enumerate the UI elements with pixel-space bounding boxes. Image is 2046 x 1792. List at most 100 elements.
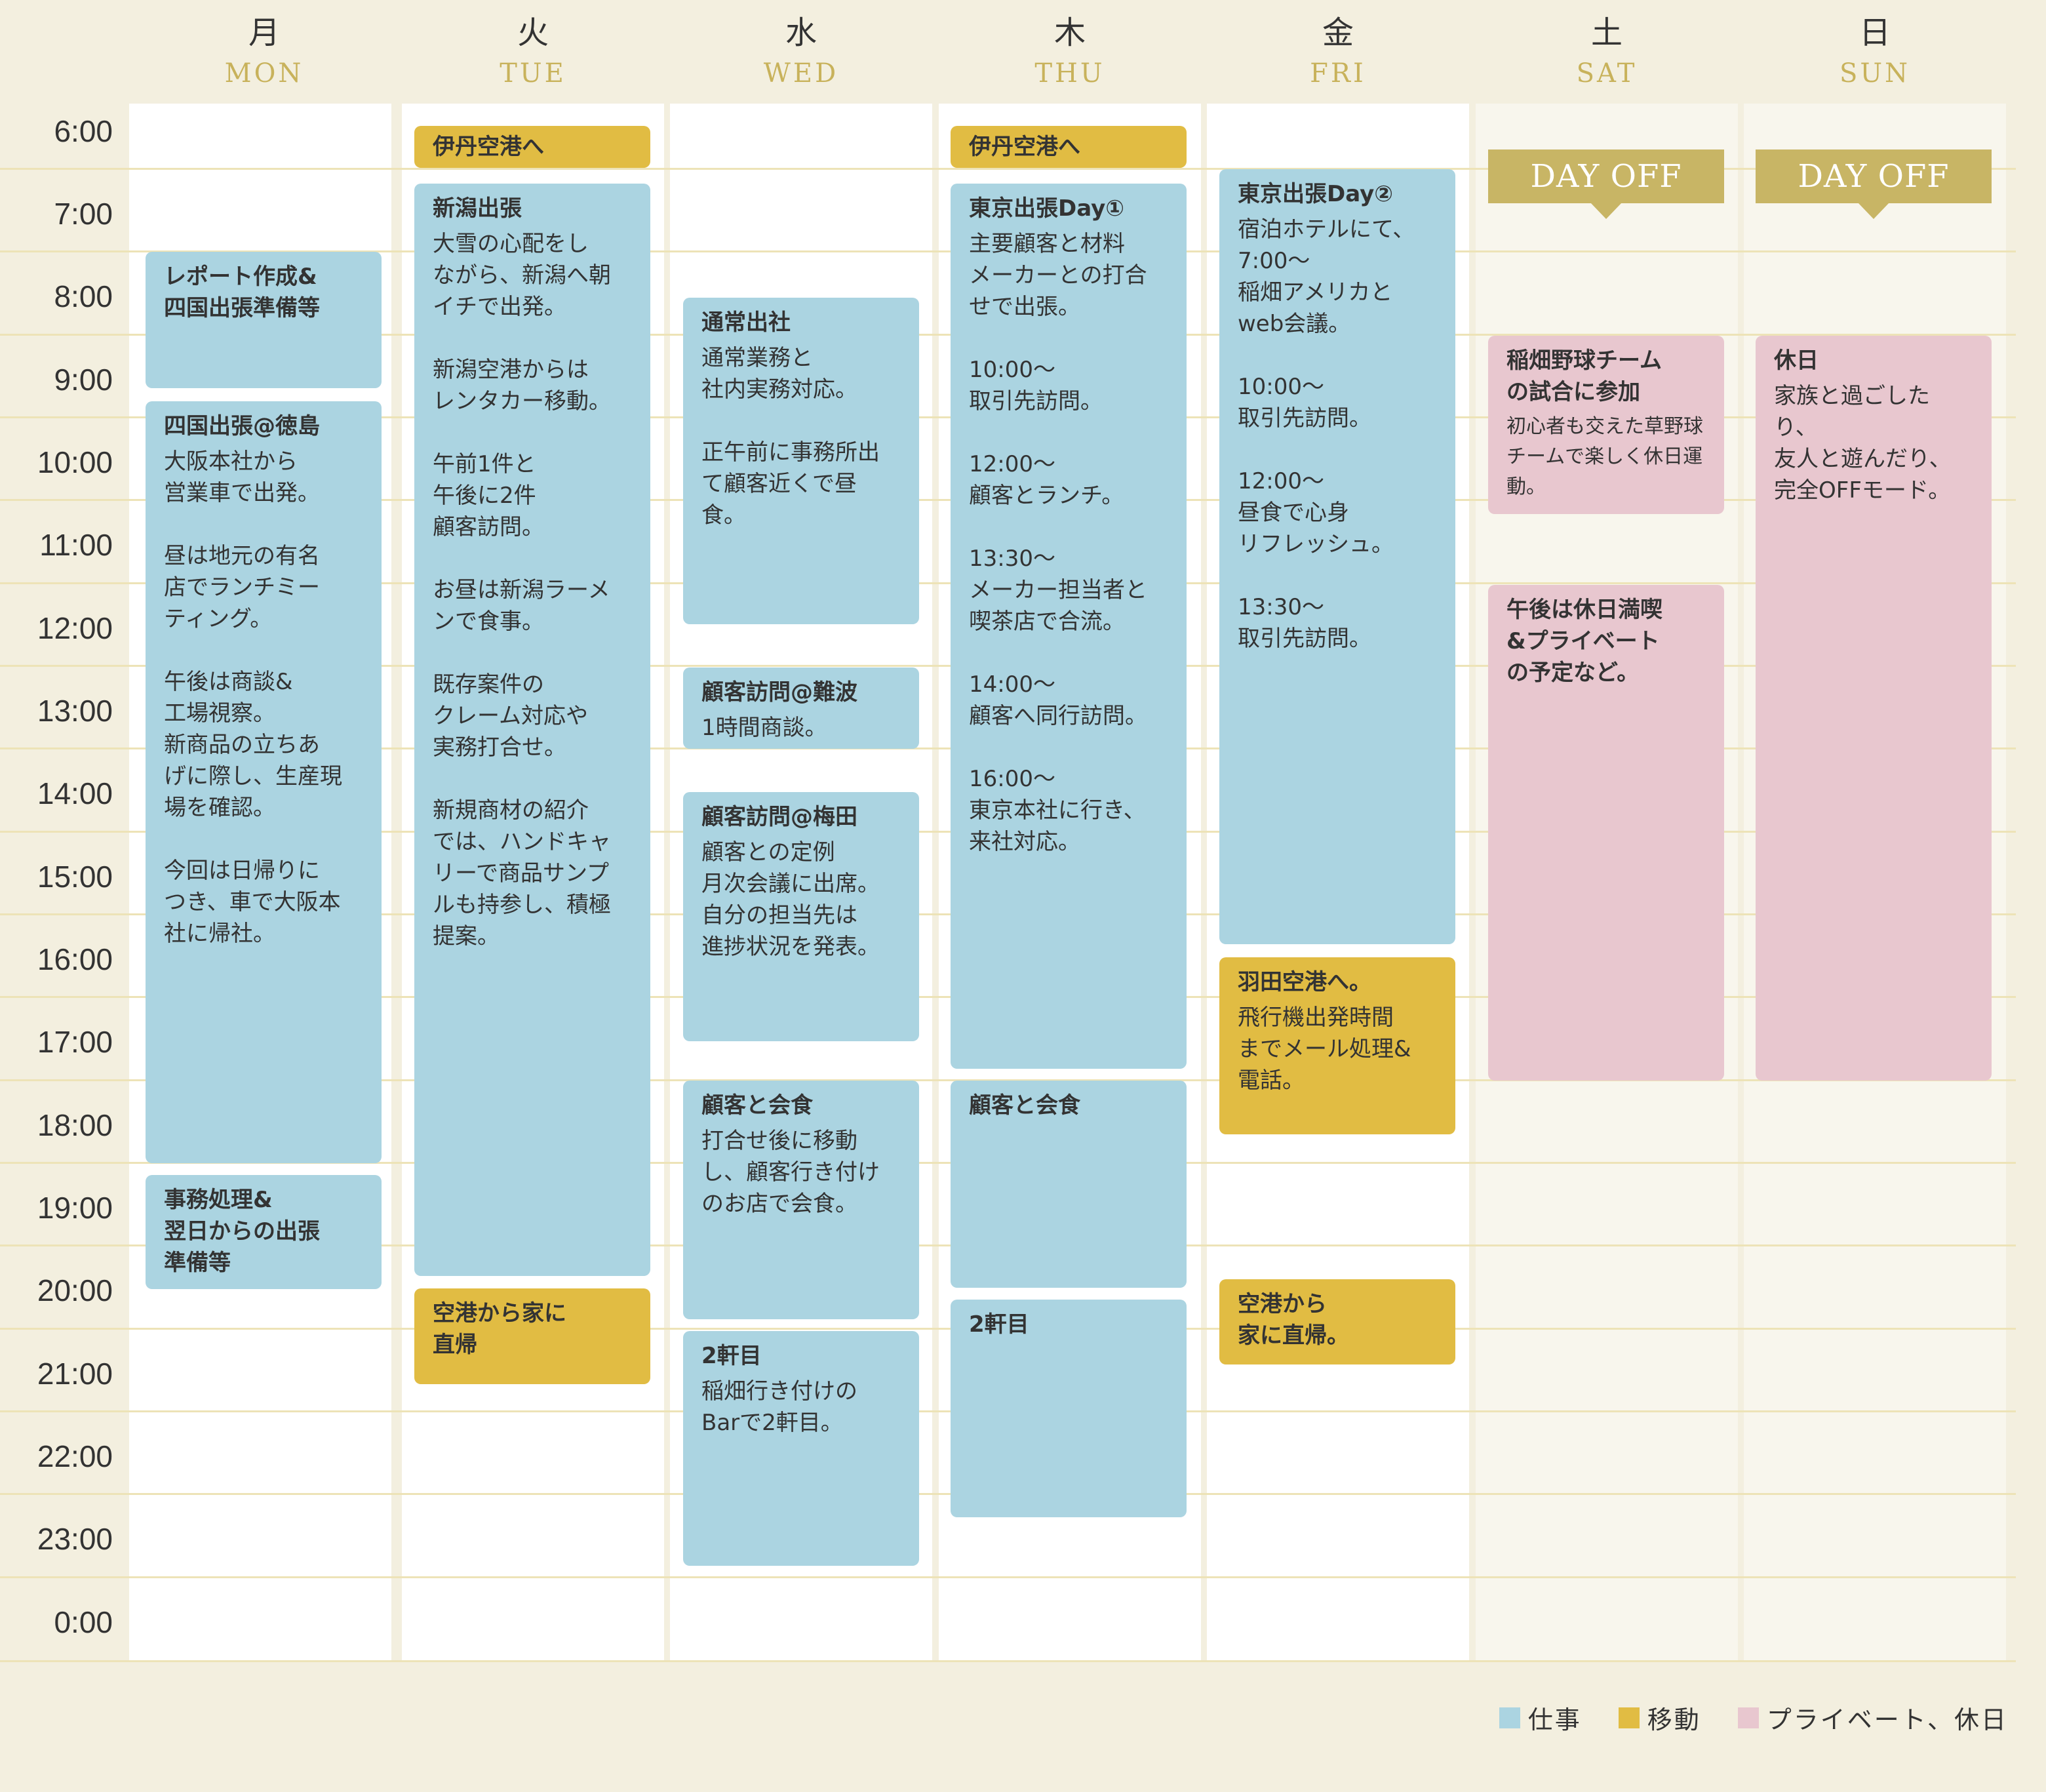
day-label-en: SAT [1576, 58, 1638, 89]
legend-label: 移動 [1647, 1705, 1701, 1734]
day-label-jp: 土 [1590, 14, 1623, 51]
event-private-afternoon[interactable]: 午後は休日満喫 &プライベート の予定など。 [1488, 585, 1724, 1081]
time-label: 19:00 [37, 1191, 113, 1225]
event-description: 通常業務と 社内実務対応。 正午前に事務所出 て顧客近くで昼食。 [701, 345, 880, 528]
event-description: 打合せ後に移動 し、顧客行き付け のお店で会食。 [701, 1128, 880, 1217]
event-title: 顧客と会食 [701, 1092, 813, 1119]
event-title: 東京出張Day② [1238, 181, 1394, 207]
event-title: 稲畑野球チーム の試合に参加 [1506, 348, 1662, 405]
day-label-jp: 木 [1053, 14, 1086, 51]
legend-item-move: 移動 [1618, 1700, 1701, 1736]
event-description: 大阪本社から 営業車で出発。 昼は地元の有名 店でランチミー ティング。 午後は… [164, 448, 342, 947]
event-tokyo-day2[interactable]: 東京出張Day② 宿泊ホテルにて、 7:00〜 稲畑アメリカと web会議。 1… [1219, 169, 1455, 944]
grid-line [0, 1660, 2016, 1662]
time-label: 10:00 [37, 445, 113, 479]
event-description: 飛行機出発時間 までメール処理& 電話。 [1238, 1005, 1411, 1094]
event-title: 事務処理& 翌日からの出張 準備等 [164, 1187, 320, 1276]
day-label-en: WED [763, 58, 839, 89]
event-title: 四国出張@徳島 [164, 413, 320, 439]
event-description: 顧客との定例 月次会議に出席。 自分の担当先は 進捗状況を発表。 [701, 839, 880, 960]
time-label: 6:00 [54, 114, 113, 148]
event-title: 2軒目 [701, 1343, 762, 1369]
event-haneda-airport[interactable]: 羽田空港へ。 飛行機出発時間 までメール処理& 電話。 [1219, 957, 1455, 1134]
event-title: 顧客訪問@梅田 [701, 804, 857, 830]
event-report-prep[interactable]: レポート作成& 四国出張準備等 [146, 252, 382, 388]
time-label: 20:00 [37, 1273, 113, 1307]
legend-label: プライベート、休日 [1766, 1705, 2008, 1734]
day-label-jp: 火 [517, 14, 549, 51]
day-off-badge: DAY OFF [1488, 149, 1724, 219]
legend-swatch [1499, 1707, 1520, 1728]
time-label: 7:00 [54, 197, 113, 231]
event-holiday[interactable]: 休日 家族と過ごしたり、 友人と遊んだり、 完全OFFモード。 [1756, 336, 1992, 1081]
time-label: 0:00 [54, 1605, 113, 1639]
time-label: 21:00 [37, 1357, 113, 1391]
legend-swatch [1737, 1707, 1759, 1728]
legend-item-work: 仕事 [1499, 1700, 1582, 1736]
event-title: 顧客訪問@難波 [701, 679, 857, 706]
day-label-en: MON [224, 58, 304, 89]
event-title: 2軒目 [969, 1311, 1029, 1338]
event-second-bar[interactable]: 2軒目 [951, 1300, 1187, 1517]
event-niigata-trip[interactable]: 新潟出張 大雪の心配をし ながら、新潟へ朝 イチで出発。 新潟空港からは レンタ… [414, 184, 650, 1276]
time-label: 15:00 [37, 860, 113, 894]
time-label: 17:00 [37, 1025, 113, 1059]
event-title: 伊丹空港へ [969, 134, 1080, 160]
event-description: 宿泊ホテルにて、 7:00〜 稲畑アメリカと web会議。 10:00〜 取引先… [1238, 216, 1415, 652]
event-itami-airport[interactable]: 伊丹空港へ [951, 126, 1187, 168]
time-label: 18:00 [37, 1108, 113, 1142]
event-title: レポート作成& 四国出張準備等 [164, 264, 320, 321]
time-label: 11:00 [39, 528, 113, 562]
day-label-en: THU [1034, 58, 1105, 89]
time-label: 13:00 [37, 694, 113, 728]
event-visit-umeda[interactable]: 顧客訪問@梅田 顧客との定例 月次会議に出席。 自分の担当先は 進捗状況を発表。 [683, 792, 919, 1041]
event-shikoku-trip[interactable]: 四国出張@徳島 大阪本社から 営業車で出発。 昼は地元の有名 店でランチミー テ… [146, 401, 382, 1163]
event-title: 空港から 家に直帰。 [1238, 1291, 1349, 1349]
event-title: 空港から家に 直帰 [433, 1300, 566, 1358]
event-description: 主要顧客と材料 メーカーとの打合 せで出張。 10:00〜 取引先訪問。 12:… [969, 231, 1147, 855]
event-title: 通常出社 [701, 309, 791, 336]
event-title: 伊丹空港へ [433, 134, 544, 160]
event-description: 1時間商談。 [701, 715, 827, 741]
event-description: 初心者も交えた草野球 チームで楽しく休日運動。 [1506, 415, 1703, 498]
event-itami-airport[interactable]: 伊丹空港へ [414, 126, 650, 168]
legend-swatch [1618, 1707, 1640, 1728]
time-label: 12:00 [37, 611, 113, 645]
event-airport-home[interactable]: 空港から 家に直帰。 [1219, 1279, 1455, 1364]
event-title: 午後は休日満喫 &プライベート の予定など。 [1506, 597, 1662, 686]
legend: 仕事 移動 プライベート、休日 [1463, 1700, 2008, 1736]
time-label: 14:00 [37, 776, 113, 810]
day-label-en: TUE [500, 58, 566, 89]
day-label-en: SUN [1839, 58, 1911, 89]
time-label: 16:00 [37, 942, 113, 976]
day-label-jp: 水 [785, 14, 817, 51]
day-label-jp: 日 [1859, 14, 1891, 51]
time-label: 9:00 [54, 363, 113, 397]
event-title: 休日 [1774, 348, 1819, 374]
event-description: 家族と過ごしたり、 友人と遊んだり、 完全OFFモード。 [1774, 383, 1952, 504]
event-title: 新潟出張 [433, 195, 522, 222]
day-label-jp: 金 [1322, 14, 1354, 51]
event-client-dinner[interactable]: 顧客と会食 打合せ後に移動 し、顧客行き付け のお店で会食。 [683, 1081, 919, 1319]
event-description: 大雪の心配をし ながら、新潟へ朝 イチで出発。 新潟空港からは レンタカー移動。… [433, 231, 611, 949]
event-visit-namba[interactable]: 顧客訪問@難波 1時間商談。 [683, 667, 919, 749]
event-tokyo-day1[interactable]: 東京出張Day① 主要顧客と材料 メーカーとの打合 せで出張。 10:00〜 取… [951, 184, 1187, 1069]
event-baseball-game[interactable]: 稲畑野球チーム の試合に参加 初心者も交えた草野球 チームで楽しく休日運動。 [1488, 336, 1724, 514]
legend-label: 仕事 [1527, 1705, 1582, 1734]
time-label: 8:00 [54, 279, 113, 313]
day-off-badge: DAY OFF [1756, 149, 1992, 219]
time-label: 23:00 [37, 1522, 113, 1556]
grid-line [0, 1576, 2016, 1578]
event-description: 稲畑行き付けの Barで2軒目。 [701, 1378, 857, 1436]
event-airport-home[interactable]: 空港から家に 直帰 [414, 1288, 650, 1384]
day-label-en: FRI [1310, 58, 1366, 89]
legend-item-private: プライベート、休日 [1737, 1700, 2008, 1736]
time-label: 22:00 [37, 1439, 113, 1473]
event-client-dinner[interactable]: 顧客と会食 [951, 1081, 1187, 1288]
event-second-bar[interactable]: 2軒目 稲畑行き付けの Barで2軒目。 [683, 1331, 919, 1566]
event-office-day[interactable]: 通常出社 通常業務と 社内実務対応。 正午前に事務所出 て顧客近くで昼食。 [683, 298, 919, 624]
day-label-jp: 月 [248, 14, 280, 51]
event-title: 東京出張Day① [969, 195, 1125, 222]
event-office-work[interactable]: 事務処理& 翌日からの出張 準備等 [146, 1175, 382, 1289]
event-title: 羽田空港へ。 [1238, 969, 1371, 995]
